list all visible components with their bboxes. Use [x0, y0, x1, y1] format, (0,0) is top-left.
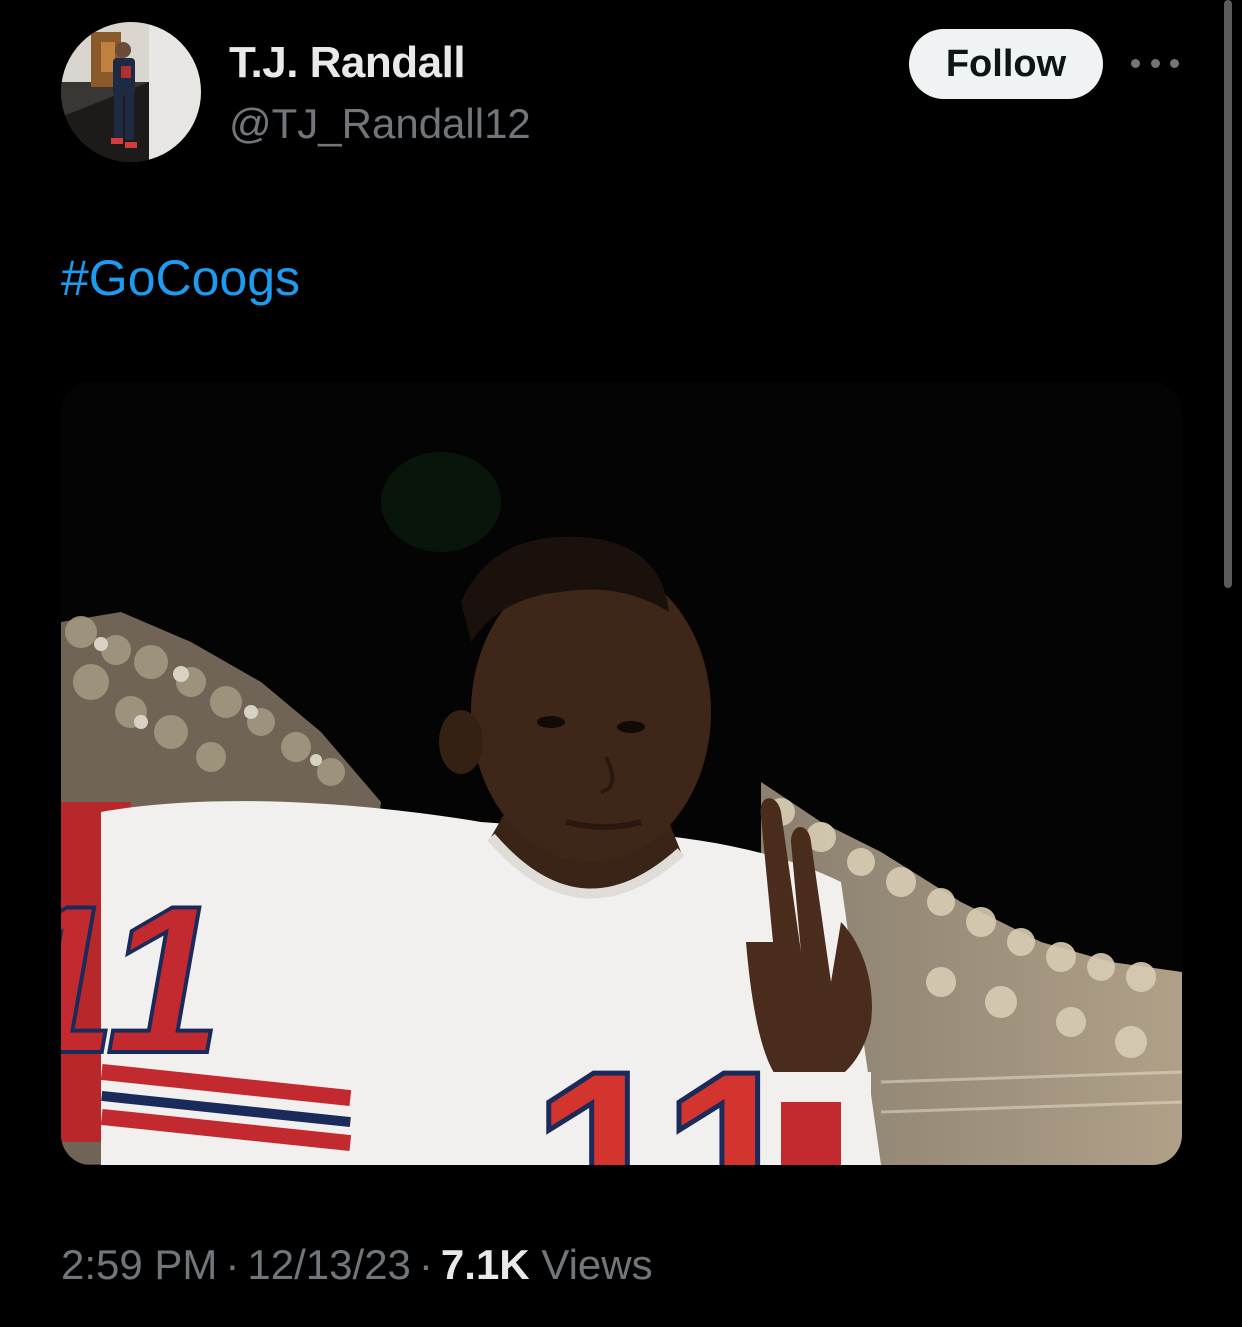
dot	[1131, 58, 1140, 68]
avatar[interactable]	[61, 22, 201, 162]
follow-button[interactable]: Follow	[909, 29, 1103, 99]
hashtag-link[interactable]: #GoCoogs	[61, 250, 300, 306]
tweet-time[interactable]: 2:59 PM	[61, 1241, 217, 1288]
display-name[interactable]: T.J. Randall	[229, 38, 466, 88]
tweet-text: #GoCoogs	[61, 249, 300, 307]
tweet-meta: 2:59 PM · 12/13/23 · 7.1K Views	[61, 1241, 653, 1289]
views-label: Views	[541, 1241, 653, 1288]
dot	[1170, 58, 1179, 68]
separator: ·	[225, 1241, 240, 1288]
views-count[interactable]: 7.1K	[441, 1241, 530, 1288]
tweet-page: T.J. Randall @TJ_Randall12 Follow #GoCoo…	[0, 0, 1242, 1327]
tweet-media[interactable]: 11 11	[61, 382, 1182, 1165]
avatar-photo	[61, 22, 201, 162]
tweet-date[interactable]: 12/13/23	[247, 1241, 411, 1288]
dot	[1150, 58, 1160, 68]
user-handle[interactable]: @TJ_Randall12	[229, 100, 531, 148]
more-horizontal-icon[interactable]	[1131, 52, 1179, 74]
separator: ·	[418, 1241, 433, 1288]
media-image: 11 11	[61, 382, 1182, 1165]
scrollbar[interactable]	[1224, 0, 1232, 588]
